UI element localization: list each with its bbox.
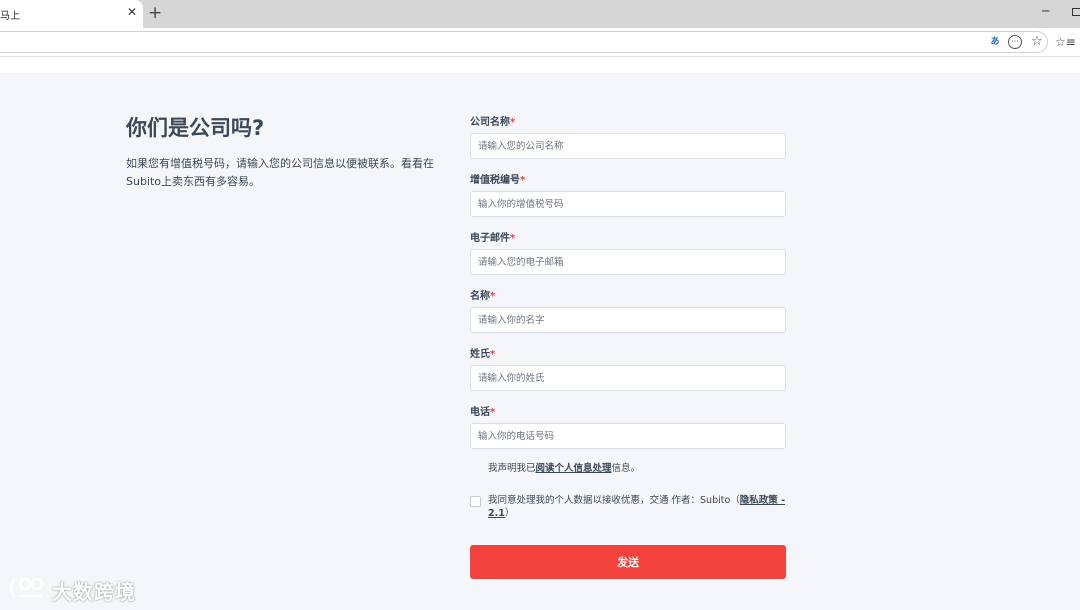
privacy-notice: 我声明我已阅读个人信息处理信息。: [488, 463, 641, 474]
email-input[interactable]: [470, 249, 786, 275]
send-button[interactable]: 发送: [470, 545, 786, 579]
field-label: 公司名称*: [470, 117, 516, 128]
page-title: 你们是公司吗?: [126, 116, 265, 140]
first-name-field: 名称*: [470, 290, 786, 333]
browser-tab-bar: 马上 ✕ + ─: [0, 0, 1080, 28]
field-label: 名称*: [470, 291, 496, 302]
watermark-logo-icon: [9, 577, 44, 598]
address-bar: あ ··· ☆ ☆≡: [0, 28, 1080, 57]
reader-mode-icon[interactable]: ···: [1008, 35, 1022, 49]
phone-input[interactable]: [470, 423, 786, 449]
url-field[interactable]: [0, 31, 1048, 53]
vat-number-field: 增值税编号*: [470, 174, 786, 217]
translate-icon[interactable]: あ: [988, 34, 1002, 50]
first-name-input[interactable]: [470, 307, 786, 333]
vat-number-input[interactable]: [470, 191, 786, 217]
intro-section: 你们是公司吗? 如果您有增值税号码，请输入您的公司信息以便被联系。看看在Subi…: [126, 114, 446, 191]
consent-label: 我同意处理我的个人数据以接收优惠，交通 作者：Subito（隐私政策 - 2.1…: [488, 495, 786, 519]
required-marker: *: [490, 407, 496, 418]
required-marker: *: [520, 175, 526, 186]
browser-tab[interactable]: 马上 ✕: [0, 0, 143, 28]
phone-field: 电话*: [470, 406, 786, 449]
company-name-field: 公司名称*: [470, 116, 786, 159]
required-marker: *: [490, 349, 496, 360]
new-tab-icon[interactable]: +: [148, 3, 162, 23]
privacy-info-link[interactable]: 阅读个人信息处理: [536, 463, 612, 474]
field-label: 电话*: [470, 407, 496, 418]
favorites-icon[interactable]: ☆≡: [1055, 34, 1076, 50]
field-label: 电子邮件*: [470, 233, 516, 244]
required-marker: *: [510, 117, 516, 128]
consent-checkbox[interactable]: [470, 496, 481, 507]
field-label: 姓氏*: [470, 349, 496, 360]
required-marker: *: [490, 291, 496, 302]
tab-title: 马上: [0, 11, 20, 22]
watermark-text: 大数跨境: [52, 580, 136, 604]
last-name-input[interactable]: [470, 365, 786, 391]
last-name-field: 姓氏*: [470, 348, 786, 391]
field-label: 增值税编号*: [470, 175, 526, 186]
minimize-icon[interactable]: ─: [1042, 4, 1049, 18]
required-marker: *: [510, 233, 516, 244]
intro-description: 如果您有增值税号码，请输入您的公司信息以便被联系。看看在Subito上卖东西有多…: [126, 157, 434, 188]
restore-window-icon[interactable]: [1072, 8, 1080, 16]
page-header-strip: [0, 57, 1080, 73]
email-field: 电子邮件*: [470, 232, 786, 275]
company-name-input[interactable]: [470, 133, 786, 159]
close-tab-icon[interactable]: ✕: [127, 4, 137, 20]
add-favorite-icon[interactable]: ☆: [1030, 34, 1044, 50]
